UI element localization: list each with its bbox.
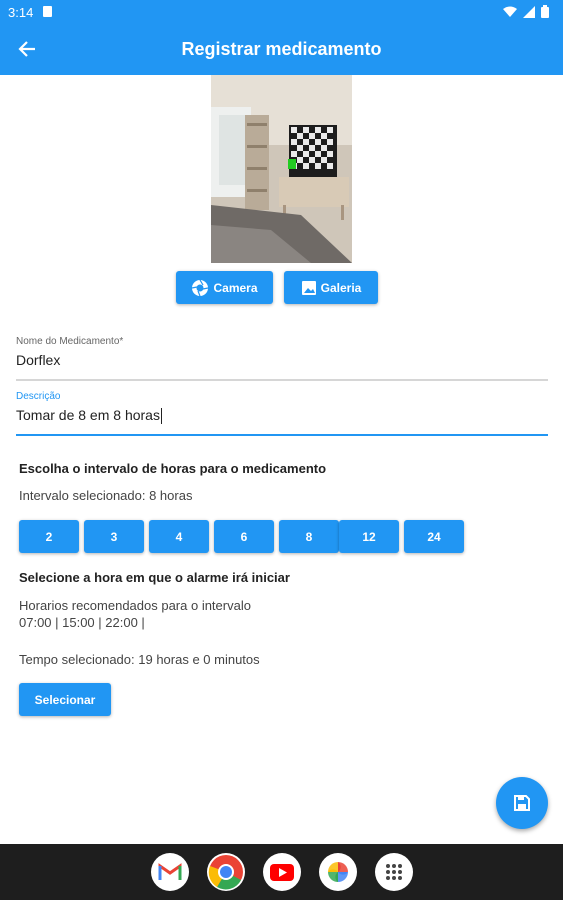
status-icons [503,5,549,18]
description-field-value: Tomar de 8 em 8 horas [16,407,160,423]
page-title: Registrar medicamento [181,39,382,59]
gallery-button[interactable]: Galeria [284,271,378,304]
recommended-times-label: Horarios recomendados para o intervalo [19,598,251,613]
camera-button[interactable]: Camera [176,271,273,304]
gmail-app[interactable] [150,853,189,891]
medication-photo [211,75,352,263]
battery-icon [541,5,549,18]
system-dock [0,844,563,900]
interval-section-title: Escolha o intervalo de horas para o medi… [19,461,327,476]
photos-icon [327,862,348,882]
chrome-icon [208,855,243,890]
name-field-underline [16,379,548,381]
name-field[interactable]: Dorflex [16,352,60,368]
signal-icon [523,5,535,18]
interval-option-2[interactable]: 2 [19,520,79,553]
interval-option-6[interactable]: 6 [214,520,274,553]
wifi-icon [503,6,517,17]
app-bar: Registrar medicamento [0,24,563,75]
sd-card-icon [43,6,52,17]
gallery-button-label: Galeria [320,280,362,295]
select-time-button[interactable]: Selecionar [19,683,111,716]
app-drawer[interactable] [374,853,413,891]
status-time: 3:14 [8,5,34,20]
app-drawer-icon [385,864,402,880]
text-cursor [160,408,162,425]
image-icon [301,280,316,295]
camera-button-label: Camera [213,280,258,295]
selected-time-text: Tempo selecionado: 19 horas e 0 minutos [19,652,260,667]
interval-option-3[interactable]: 3 [84,520,144,553]
status-bar: 3:14 [0,0,563,24]
interval-option-4[interactable]: 4 [149,520,209,553]
recommended-times-value: 07:00 | 15:00 | 22:00 | [19,615,145,630]
chrome-app[interactable] [206,853,245,891]
description-field-label: Descrição [16,391,61,402]
save-icon [514,795,530,811]
gmail-icon [157,863,182,881]
interval-option-12[interactable]: 12 [339,520,399,553]
youtube-app[interactable] [262,853,301,891]
interval-selected-text: Intervalo selecionado: 8 horas [19,488,193,503]
description-field[interactable]: Tomar de 8 em 8 horas [16,407,162,425]
description-field-underline [16,434,548,436]
interval-option-24[interactable]: 24 [404,520,464,553]
name-field-label: Nome do Medicamento* [16,336,124,347]
youtube-icon [269,863,294,881]
camera-shutter-icon [192,279,209,296]
alarm-section-title: Selecione a hora em que o alarme irá ini… [19,570,290,585]
save-fab[interactable] [496,777,548,829]
interval-option-8[interactable]: 8 [279,520,339,553]
interval-options: 2 3 4 6 8 12 24 [19,520,464,553]
select-time-button-label: Selecionar [34,692,96,707]
photos-app[interactable] [318,853,357,891]
